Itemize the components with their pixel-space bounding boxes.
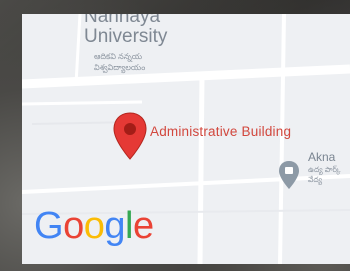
marker-label: Administrative Building — [150, 124, 292, 139]
google-logo: Google — [34, 205, 154, 247]
university-local-line1: ఆదికవి నన్నయ — [94, 52, 143, 61]
university-label: University — [84, 26, 168, 47]
poi-label: Akna — [308, 150, 336, 164]
map-pin-icon[interactable] — [112, 111, 148, 161]
place-pin-icon[interactable] — [278, 160, 300, 190]
poi-local-line2: వేద్య — [308, 175, 323, 184]
poi-local-line1: ఉద్య పార్క్ — [308, 165, 341, 174]
map-view[interactable]: Nannaya University ఆదికవి నన్నయ విశ్వవిద… — [22, 14, 350, 264]
university-local-line2: విశ్వవిద్యాలయం — [94, 63, 146, 72]
